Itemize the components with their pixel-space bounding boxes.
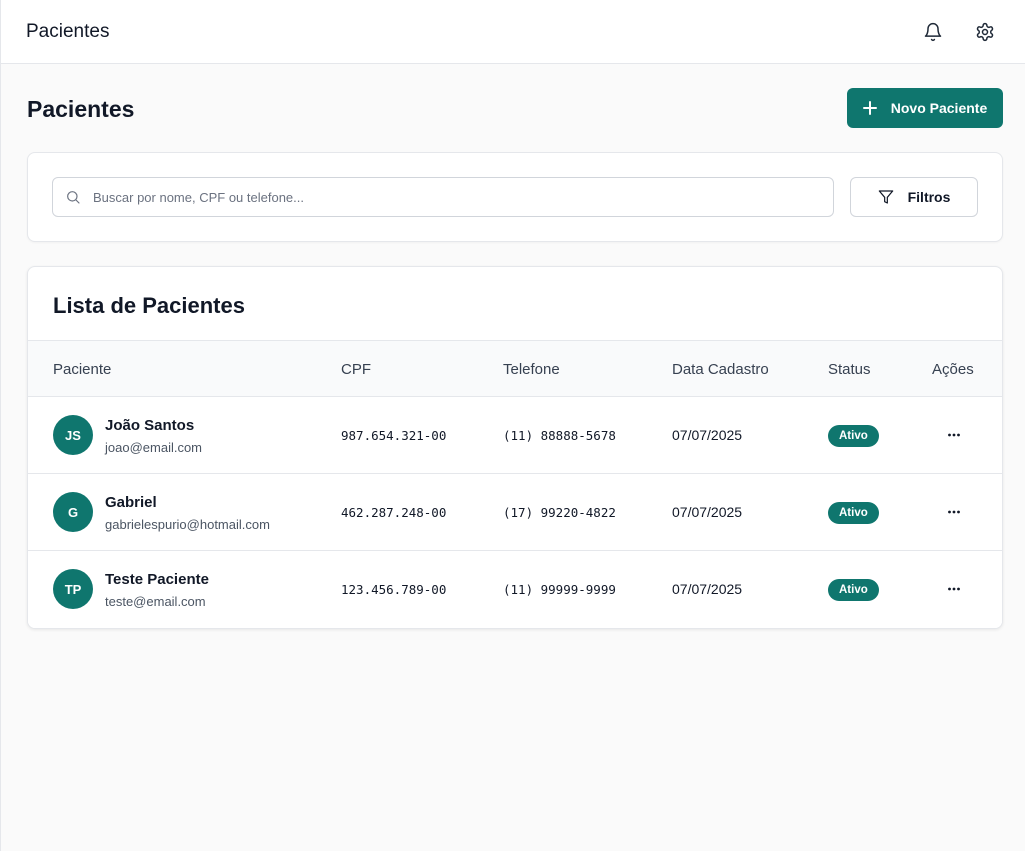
table-row[interactable]: TP Teste Paciente teste@email.com 123.45… [28, 551, 1002, 628]
bell-icon [924, 22, 942, 41]
patient-cpf: 123.456.789-00 [341, 582, 447, 597]
more-horizontal-icon [948, 510, 960, 514]
patient-cpf: 462.287.248-00 [341, 505, 447, 520]
patient-phone: (17) 99220-4822 [503, 505, 616, 520]
filters-button[interactable]: Filtros [850, 177, 978, 217]
row-actions-button[interactable] [940, 575, 968, 603]
patient-phone: (11) 99999-9999 [503, 582, 616, 597]
app-root: Pacientes Pacientes Novo Paciente Buscar… [0, 0, 1025, 851]
gear-icon [976, 22, 994, 41]
column-header-patient: Paciente [53, 361, 112, 378]
topbar-title: Pacientes [26, 20, 110, 42]
patients-list-card: Lista de Pacientes Paciente CPF Telefone… [27, 266, 1003, 629]
new-patient-button-label: Novo Paciente [890, 100, 988, 116]
search-card: Filtros [27, 152, 1003, 242]
list-title: Lista de Pacientes [53, 293, 245, 318]
search-icon [67, 191, 80, 204]
more-horizontal-icon [948, 587, 960, 591]
funnel-icon [878, 190, 893, 204]
search-box[interactable] [52, 177, 834, 217]
avatar: TP [53, 569, 93, 609]
avatar: JS [53, 415, 93, 455]
status-badge: Ativo [828, 502, 879, 524]
status-badge: Ativo [828, 579, 879, 601]
patient-cpf: 987.654.321-00 [341, 428, 447, 443]
filters-button-label: Filtros [907, 189, 951, 205]
topbar-actions [917, 16, 1001, 48]
patient-registration-date: 07/07/2025 [672, 427, 743, 443]
table-header: Paciente CPF Telefone Data Cadastro Stat… [28, 340, 1002, 397]
page-title: Pacientes [27, 96, 135, 122]
column-header-date: Data Cadastro [672, 361, 769, 378]
table-row[interactable]: JS João Santos joao@email.com 987.654.32… [28, 397, 1002, 474]
patient-email: joao@email.com [105, 440, 203, 455]
column-header-actions: Ações [932, 361, 974, 378]
patient-registration-date: 07/07/2025 [672, 504, 743, 520]
search-input[interactable] [93, 189, 833, 205]
column-header-status: Status [828, 361, 871, 378]
avatar: G [53, 492, 93, 532]
patient-name: Teste Paciente [105, 571, 209, 588]
patient-name: João Santos [105, 417, 195, 434]
row-actions-button[interactable] [940, 421, 968, 449]
table-row[interactable]: G Gabriel gabrielespurio@hotmail.com 462… [28, 474, 1002, 551]
column-header-phone: Telefone [503, 361, 560, 378]
top-bar: Pacientes [1, 0, 1025, 64]
patient-phone: (11) 88888-5678 [503, 428, 616, 443]
plus-icon [862, 101, 877, 115]
column-header-cpf: CPF [341, 361, 371, 378]
status-badge: Ativo [828, 425, 879, 447]
new-patient-button[interactable]: Novo Paciente [847, 88, 1003, 128]
row-actions-button[interactable] [940, 498, 968, 526]
patient-name: Gabriel [105, 494, 157, 511]
settings-button[interactable] [969, 16, 1001, 48]
more-horizontal-icon [948, 433, 960, 437]
patient-registration-date: 07/07/2025 [672, 581, 743, 597]
notifications-button[interactable] [917, 16, 949, 48]
patient-email: gabrielespurio@hotmail.com [105, 517, 270, 532]
patient-email: teste@email.com [105, 594, 206, 609]
